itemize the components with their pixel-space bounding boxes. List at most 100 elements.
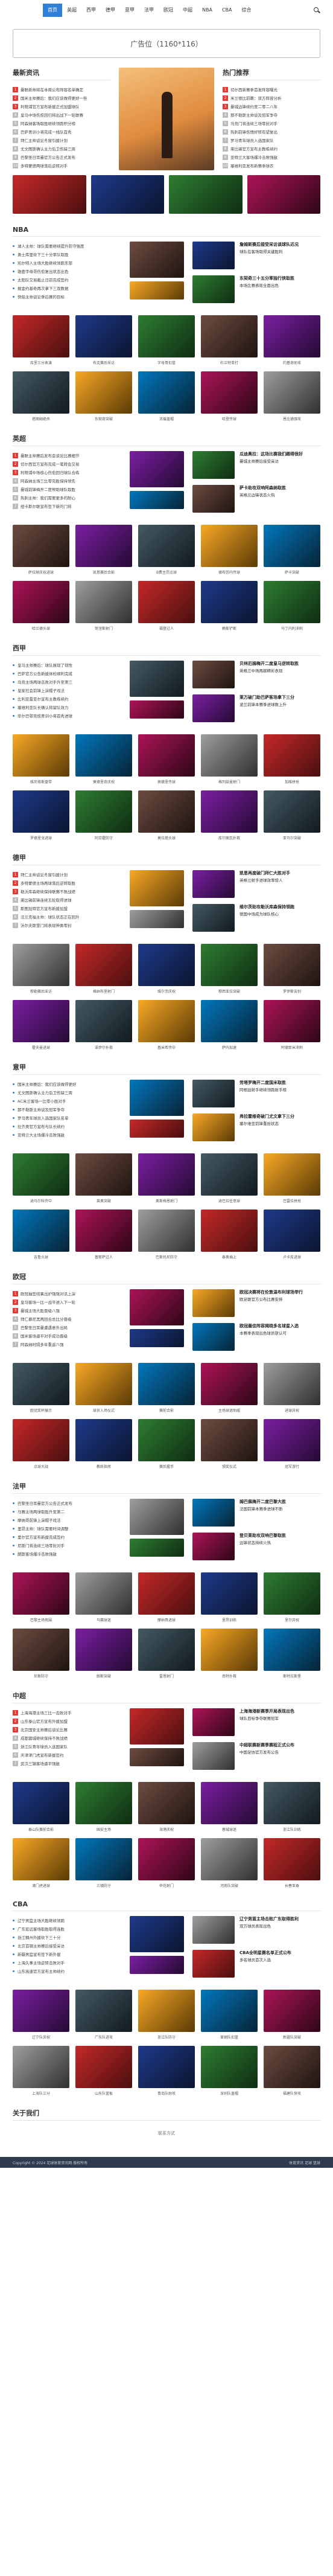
list-item[interactable]: 3 曼城主场大胜晋级八强 <box>13 1306 121 1315</box>
hot-thumb[interactable] <box>169 175 243 214</box>
list-item[interactable]: 2 切尔西官方宣布完成一笔转会交易 <box>13 460 121 468</box>
thumb-card[interactable]: 莫拉塔头球 <box>138 790 195 841</box>
list-item[interactable]: 9 亚特兰大客场爆冷击败强敌 <box>223 153 320 161</box>
feature-image[interactable] <box>130 910 184 928</box>
list-item[interactable]: 2 皇马客场一比一战平进入下一轮 <box>13 1298 121 1306</box>
section-title[interactable]: 欧冠 <box>13 1272 320 1284</box>
thumb-card[interactable]: 福建队快攻 <box>264 2046 320 2096</box>
thumb-card[interactable]: 格纳布里射门 <box>75 944 132 994</box>
section-title[interactable]: 英超 <box>13 434 320 446</box>
nav-item[interactable]: 中超 <box>178 4 197 17</box>
section-title[interactable]: 德甲 <box>13 853 320 865</box>
thumb-card[interactable]: 加维拼抢 <box>264 734 320 784</box>
list-item[interactable]: 6 热刺主帅：我们需要更多的耐心 <box>13 493 121 502</box>
list-item[interactable]: 2 山东泰山官方宣布外援加盟 <box>13 1717 121 1725</box>
news-item[interactable]: 维尔茨助攻勒沃库森保持领跑 德国中场成为球队核心 <box>192 904 320 932</box>
nav-item[interactable]: 欧冠 <box>159 4 178 17</box>
list-item[interactable]: 那不勒斯主帅谈及冠军争夺 <box>13 1105 121 1113</box>
feature-image[interactable] <box>130 281 184 300</box>
list-item[interactable]: 4 莱比锡前锋连续五轮取得进球 <box>13 896 121 904</box>
thumb-card[interactable]: 朗斯突破 <box>75 1629 132 1679</box>
thumb-card[interactable]: 穆勒赛后采访 <box>13 944 69 994</box>
list-item[interactable]: 7 沃尔夫斯堡门将表现神勇零封 <box>13 921 121 929</box>
list-item[interactable]: 快船主帅谈论季后赛的目标 <box>13 292 121 301</box>
thumb-card[interactable]: 上海队三分 <box>13 2046 69 2096</box>
thumb-card[interactable]: 浙江队训练 <box>264 1782 320 1832</box>
section-title[interactable]: 中超 <box>13 1691 320 1703</box>
list-item[interactable]: 凯尔特人主场大胜继续领跑东部 <box>13 258 121 267</box>
thumb-card[interactable]: 蓉城球迷 <box>201 1782 258 1832</box>
list-item[interactable]: 湖人主帅：球队需要继续提升防守强度 <box>13 242 121 250</box>
list-item[interactable]: 毕尔巴鄂竞技青训小将首秀进球 <box>13 711 121 720</box>
thumb-card[interactable]: 凯恩赛后合影 <box>75 525 132 575</box>
list-item[interactable]: 巴黎圣日耳曼官方公告正式发布 <box>13 1499 121 1507</box>
list-item[interactable]: 朗斯客场爆冷击败强敌 <box>13 1549 121 1558</box>
list-item[interactable]: 7 阿森纳时隔多年重返八强 <box>13 1340 121 1348</box>
thumb-card[interactable]: 萨卡突破 <box>264 525 320 575</box>
thumb-card[interactable]: 海港庆祝 <box>138 1782 195 1832</box>
list-item[interactable]: 5 阿森纳客场取胜继续领跑积分榜 <box>13 119 110 127</box>
thumb-card[interactable]: 山东队篮板 <box>75 2046 132 2096</box>
thumb-card[interactable]: 库里三分表演 <box>13 315 69 365</box>
news-item[interactable]: 莱万破门助巴萨客场拿下三分 波兰前锋本赛季进球数上升 <box>192 694 320 722</box>
ad-banner[interactable]: 广告位（1160*116） <box>13 29 320 58</box>
list-item[interactable]: 浙江稠州外援砍下三十分 <box>13 1933 121 1941</box>
section-title[interactable]: 西甲 <box>13 643 320 656</box>
news-item[interactable]: 詹姆斯赛后接受采访谈球队近况 球队在客场取得关键胜利 <box>192 242 320 269</box>
thumb-card[interactable]: 莱奥突破 <box>75 1153 132 1203</box>
list-item[interactable]: 新疆男篮宣布签下新外援 <box>13 1950 121 1958</box>
feature-image[interactable] <box>130 1329 184 1347</box>
list-item[interactable]: 皇家社会前锋上演帽子戏法 <box>13 686 121 694</box>
thumb-card[interactable]: 莫德里奇庆祝 <box>75 734 132 784</box>
thumb-card[interactable]: 巴斯托尼防守 <box>138 1210 195 1260</box>
thumb-card[interactable]: 国安主场 <box>75 1782 132 1832</box>
list-item[interactable]: 5 巴黎圣日耳曼遭遇意外出局 <box>13 1323 121 1331</box>
list-item[interactable]: 5 浙江队青年球员入选国家队 <box>13 1742 121 1751</box>
thumb-card[interactable]: 浙江队防守 <box>138 1990 195 2040</box>
list-item[interactable]: 摩纳哥前锋上演帽子戏法 <box>13 1516 121 1524</box>
feature-image[interactable] <box>130 1748 184 1766</box>
list-item[interactable]: 山东高速官方宣布主帅续约 <box>13 1967 121 1975</box>
list-item[interactable]: 10 多特蒙德两球落后逆转对手 <box>13 161 110 170</box>
thumb-card[interactable]: 里尔庆祝 <box>264 1572 320 1623</box>
thumb-card[interactable]: 津门虎进球 <box>13 1838 69 1888</box>
list-item[interactable]: 1 拜仁主帅谈论冬窗引援计划 <box>13 870 121 879</box>
thumb-card[interactable]: 赛前合影 <box>138 1363 195 1413</box>
list-item[interactable]: 1 欧冠抽签结果出炉强强对话上演 <box>13 1289 121 1298</box>
feature-image[interactable] <box>130 1499 184 1535</box>
thumb-card[interactable]: 河南队突破 <box>201 1838 258 1888</box>
list-item[interactable]: 比利亚雷亚尔宣布主教练续约 <box>13 694 121 703</box>
list-item[interactable]: 2 国米主帅赛后：我们应该做得更好一些 <box>13 94 110 102</box>
thumb-card[interactable]: 南特扑救 <box>201 1629 258 1679</box>
thumb-card[interactable]: 萨内加速 <box>201 1000 258 1050</box>
thumb-card[interactable]: 卢卡库进球 <box>264 1210 320 1260</box>
thumb-card[interactable]: 青岛队助攻 <box>138 2046 195 2096</box>
section-title[interactable]: 意甲 <box>13 1062 320 1075</box>
thumb-card[interactable]: B费主罚点球 <box>138 525 195 575</box>
thumb-card[interactable]: 冠军游行 <box>264 1419 320 1469</box>
list-item[interactable]: 雄鹿字母哥伤愈复出状态出色 <box>13 267 121 275</box>
thumb-card[interactable]: 三镇防守 <box>75 1838 132 1888</box>
thumb-card[interactable]: 长春亚泰 <box>264 1838 320 1888</box>
thumb-card[interactable]: 罗德里戈进球 <box>13 790 69 841</box>
list-item[interactable]: 巴萨官方公告新援体检顺利完成 <box>13 669 121 678</box>
feature-image[interactable] <box>130 661 184 697</box>
list-item[interactable]: 皇马主帅赛后：球队展现了韧性 <box>13 661 121 669</box>
nav-item[interactable]: 德甲 <box>101 4 120 17</box>
news-item[interactable]: 姆巴佩梅开二度巴黎大胜 法国前锋本赛季进球不断 <box>192 1499 320 1527</box>
news-item[interactable]: 上海海港新赛季开局表现出色 球队目标争夺联赛冠军 <box>192 1708 320 1736</box>
list-item[interactable]: 3 利物浦中场核心伤愈回归球队合练 <box>13 468 121 476</box>
footer-links[interactable]: 体育资讯 足球 篮球 <box>289 2160 320 2165</box>
list-item[interactable]: 上海久事主场逆转击败对手 <box>13 1958 121 1967</box>
nav-item[interactable]: 意甲 <box>120 4 139 17</box>
thumb-card[interactable]: 萨拉赫庆祝进球 <box>13 525 69 575</box>
section-title[interactable]: NBA <box>13 226 320 237</box>
news-item[interactable]: CBA全明星赛名单正式公布 多名球员首次入选 <box>192 1950 320 1978</box>
list-item[interactable]: 2 多特蒙德主场两球落后逆转取胜 <box>13 879 121 887</box>
list-item[interactable]: 6 巴萨青训小将完成一线队首秀 <box>13 127 110 136</box>
thumb-card[interactable]: 申花射门 <box>138 1838 195 1888</box>
thumb-card[interactable]: 罗伊斯告别 <box>264 944 320 994</box>
list-item[interactable]: 3 曼城边锋续约至二零二八年 <box>223 102 320 111</box>
thumb-card[interactable]: 颁奖仪式 <box>201 1419 258 1469</box>
nav-item[interactable]: 首页 <box>43 4 62 17</box>
